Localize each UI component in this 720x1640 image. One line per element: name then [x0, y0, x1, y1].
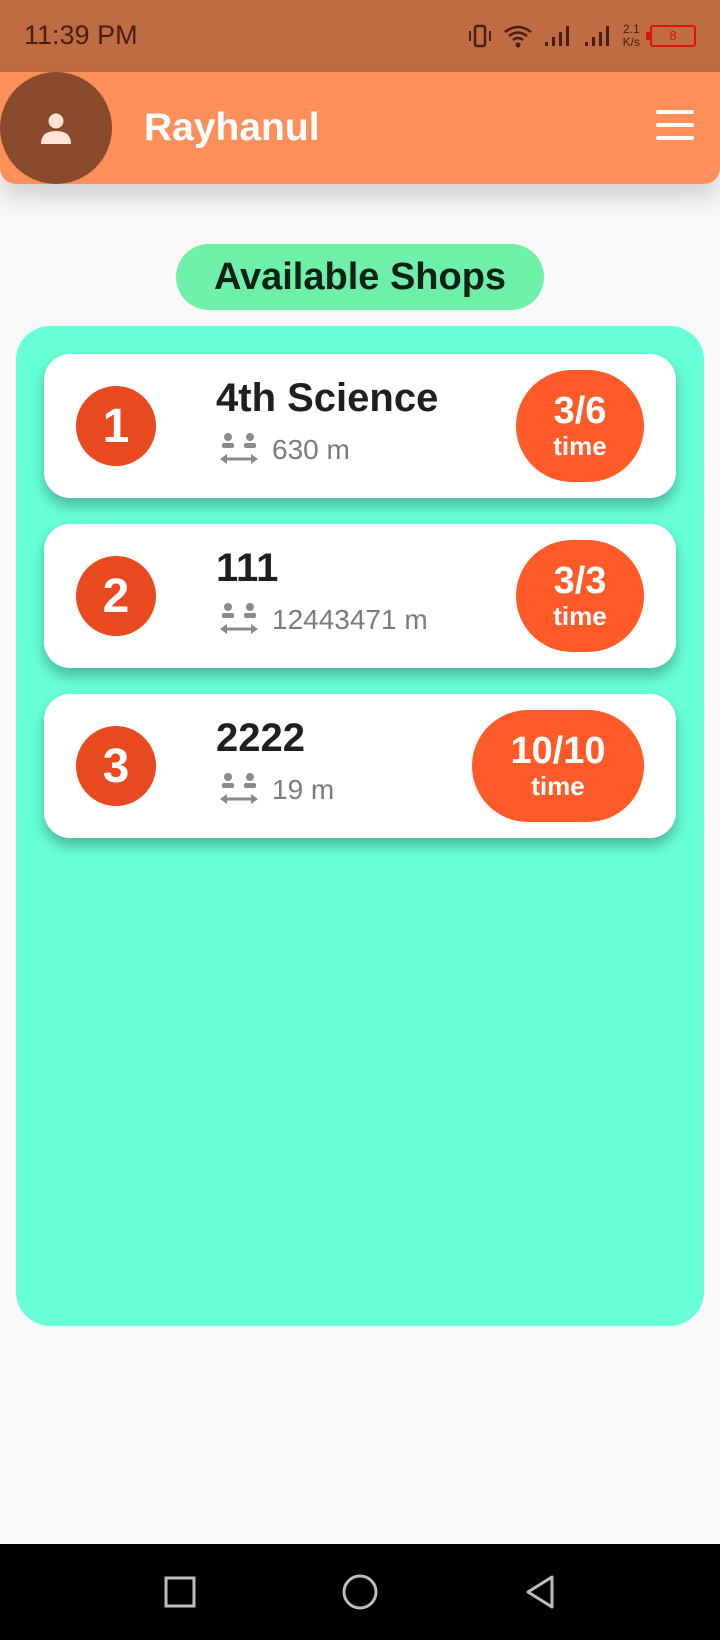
section-title: Available Shops — [176, 244, 544, 310]
shop-rank: 2 — [76, 556, 156, 636]
shop-card[interactable]: 1 4th Science 630 m 3/6 time — [44, 354, 676, 498]
navigation-bar — [0, 1544, 720, 1640]
times-badge: 10/10 time — [472, 710, 644, 822]
hamburger-menu-icon[interactable] — [656, 110, 694, 140]
distance-icon — [220, 433, 258, 464]
status-bar: 11:39 PM 2.1 K/s 8 — [0, 0, 720, 72]
net-speed: 2.1 K/s — [623, 23, 640, 49]
square-recents-icon[interactable] — [160, 1572, 200, 1612]
shop-distance: 630 m — [272, 434, 350, 465]
shop-name: 2222 — [216, 716, 305, 760]
distance-row: 19 m — [218, 770, 334, 810]
wifi-icon — [503, 25, 532, 48]
distance-row: 630 m — [218, 430, 350, 470]
times-badge: 3/6 time — [516, 370, 644, 482]
shop-name: 4th Science — [216, 376, 439, 420]
shop-name: 111 — [216, 546, 279, 590]
person-icon — [41, 113, 71, 144]
net-speed-unit: K/s — [622, 35, 640, 49]
status-icons: 2.1 K/s 8 — [467, 18, 696, 54]
shop-distance: 19 m — [272, 774, 335, 805]
app-bar: Rayhanul — [0, 72, 720, 184]
signal-icon-1 — [544, 26, 569, 46]
battery-icon: 8 — [646, 25, 696, 47]
times-count: 10/10 — [510, 730, 606, 772]
circle-home-icon[interactable] — [340, 1572, 380, 1612]
user-name: Rayhanul — [144, 106, 320, 149]
times-count: 3/3 — [553, 560, 607, 602]
shop-card[interactable]: 3 2222 19 m 10/10 time — [44, 694, 676, 838]
times-count: 3/6 — [553, 390, 607, 432]
avatar[interactable] — [0, 72, 112, 184]
distance-row: 12443471 m — [218, 600, 428, 640]
triangle-back-icon[interactable] — [520, 1572, 560, 1612]
times-unit: time — [553, 431, 607, 461]
shop-rank: 3 — [76, 726, 156, 806]
status-time: 11:39 PM — [24, 20, 138, 50]
shop-rank: 1 — [76, 386, 156, 466]
vibrate-icon — [468, 24, 491, 48]
shop-distance: 12443471 m — [272, 604, 428, 635]
times-unit: time — [553, 601, 607, 631]
shop-card[interactable]: 2 111 12443471 m 3/3 time — [44, 524, 676, 668]
shops-panel: 1 4th Science 630 m 3/6 time 2 111 12443… — [16, 326, 704, 1326]
signal-icon-2 — [584, 26, 609, 46]
distance-icon — [220, 603, 258, 634]
times-unit: time — [531, 771, 585, 801]
distance-icon — [220, 773, 258, 804]
times-badge: 3/3 time — [516, 540, 644, 652]
